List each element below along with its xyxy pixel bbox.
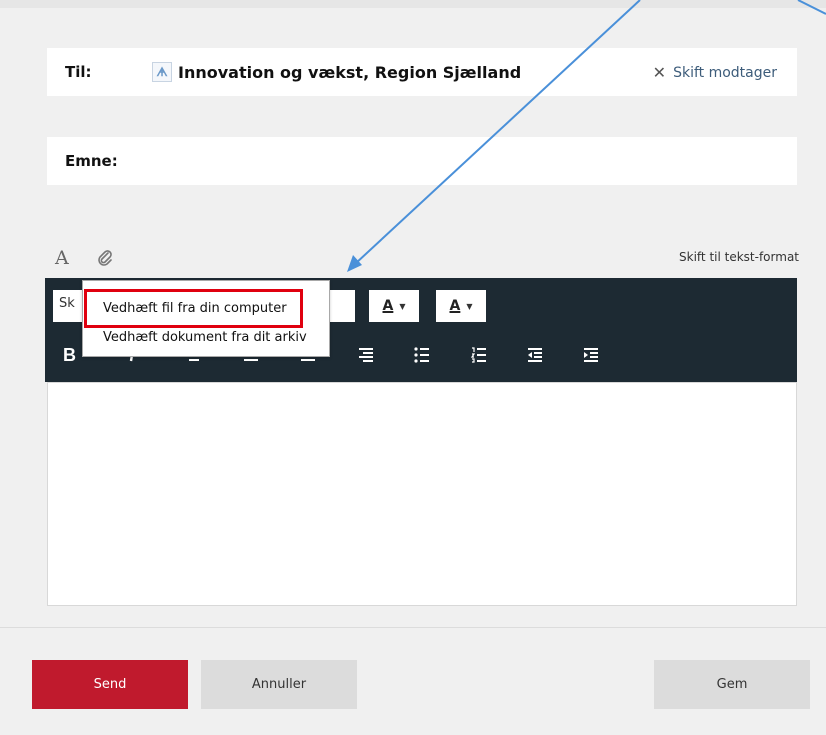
subject-label: Emne: <box>65 152 118 170</box>
recipient-row: Til: ᗗ Innovation og vækst, Region Sjæll… <box>47 48 797 96</box>
chevron-down-icon: ▼ <box>466 301 473 311</box>
outdent-icon[interactable] <box>527 342 543 363</box>
close-icon: ✕ <box>652 63 667 82</box>
message-editor[interactable] <box>47 382 797 606</box>
bullet-list-icon[interactable] <box>414 342 430 363</box>
recipient-name: Innovation og vækst, Region Sjælland <box>178 62 522 82</box>
font-color-button[interactable]: A ▼ <box>369 290 419 322</box>
paperclip-icon[interactable] <box>97 248 113 270</box>
change-recipient-button[interactable]: ✕ Skift modtager <box>653 63 777 82</box>
bold-button[interactable]: B <box>63 342 76 368</box>
recipient-org-icon: ᗗ <box>152 62 172 82</box>
indent-icon[interactable] <box>583 342 599 363</box>
change-recipient-label: Skift modtager <box>673 64 777 81</box>
background-color-label: A <box>449 298 461 314</box>
background-color-button[interactable]: A ▼ <box>436 290 486 322</box>
footer-divider <box>0 627 826 628</box>
chevron-down-icon: ▼ <box>399 301 406 311</box>
subject-row[interactable]: Emne: <box>47 137 797 185</box>
text-format-icon[interactable]: A <box>55 247 69 269</box>
save-button[interactable]: Gem <box>654 660 810 709</box>
attach-menu: Vedhæft fil fra din computer Vedhæft dok… <box>82 280 330 357</box>
top-divider <box>0 0 826 8</box>
align-right-icon[interactable] <box>358 342 374 363</box>
numbered-list-icon[interactable] <box>471 342 487 363</box>
recipient: ᗗ Innovation og vækst, Region Sjælland <box>152 62 521 82</box>
attach-from-computer-item[interactable]: Vedhæft fil fra din computer <box>103 301 287 316</box>
attach-from-archive-item[interactable]: Vedhæft dokument fra dit arkiv <box>103 330 307 345</box>
cancel-button[interactable]: Annuller <box>201 660 357 709</box>
recipient-label: Til: <box>65 63 92 81</box>
switch-to-text-format-link[interactable]: Skift til tekst-format <box>679 250 799 264</box>
font-color-label: A <box>382 298 394 314</box>
send-button[interactable]: Send <box>32 660 188 709</box>
